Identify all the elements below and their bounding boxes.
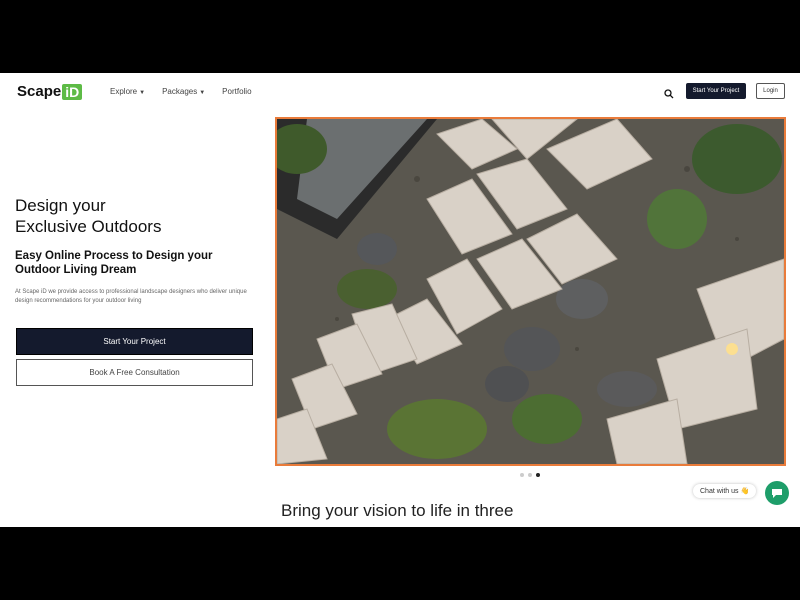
main-menu: Explore ▼ Packages ▼ Portfolio — [110, 87, 252, 96]
hero-image — [275, 117, 786, 466]
carousel-dot[interactable] — [528, 473, 532, 477]
chat-button[interactable] — [765, 481, 789, 505]
caret-down-icon: ▼ — [199, 90, 206, 96]
top-nav: Scape iD Explore ▼ Packages ▼ Portfolio St… — [0, 73, 800, 111]
search-icon[interactable] — [664, 86, 674, 99]
menu-item-explore[interactable]: Explore ▼ — [110, 87, 145, 96]
hero-subtitle-line: Outdoor Living Dream — [15, 264, 137, 276]
hero-description: At Scape iD we provide access to profess… — [15, 289, 247, 304]
hero-subtitle-line: Easy Online Process to Design your — [15, 250, 213, 262]
hero-subtitle: Easy Online Process to Design your Outdo… — [15, 249, 212, 277]
logo[interactable]: Scape iD — [17, 83, 83, 100]
page: Scape iD Explore ▼ Packages ▼ Portfolio St… — [0, 73, 800, 527]
carousel-dots — [520, 473, 540, 477]
section-heading: Bring your vision to life in three — [281, 501, 514, 520]
logo-badge: iD — [62, 83, 83, 100]
start-project-nav-button[interactable]: Start Your Project — [686, 83, 746, 99]
menu-item-packages[interactable]: Packages ▼ — [162, 87, 205, 96]
hero-title: Design your Exclusive Outdoors — [15, 195, 161, 237]
garden-aerial-illustration — [277, 119, 784, 464]
menu-item-portfolio[interactable]: Portfolio — [222, 87, 251, 96]
login-button[interactable]: Login — [756, 83, 785, 99]
book-consultation-button[interactable]: Book A Free Consultation — [16, 359, 253, 386]
carousel-dot[interactable] — [520, 473, 524, 477]
chat-label[interactable]: Chat with us 👋 — [693, 484, 757, 498]
logo-text: Scape — [17, 83, 62, 100]
hero-title-line: Design your — [15, 196, 106, 215]
menu-item-label: Packages — [162, 87, 198, 96]
start-project-button[interactable]: Start Your Project — [16, 328, 253, 355]
hero-title-line: Exclusive Outdoors — [15, 217, 162, 236]
menu-item-label: Explore — [110, 87, 138, 96]
carousel-dot-active[interactable] — [536, 473, 540, 477]
menu-item-label: Portfolio — [222, 87, 252, 96]
chat-bubble-icon — [772, 489, 782, 498]
caret-down-icon: ▼ — [139, 90, 146, 96]
